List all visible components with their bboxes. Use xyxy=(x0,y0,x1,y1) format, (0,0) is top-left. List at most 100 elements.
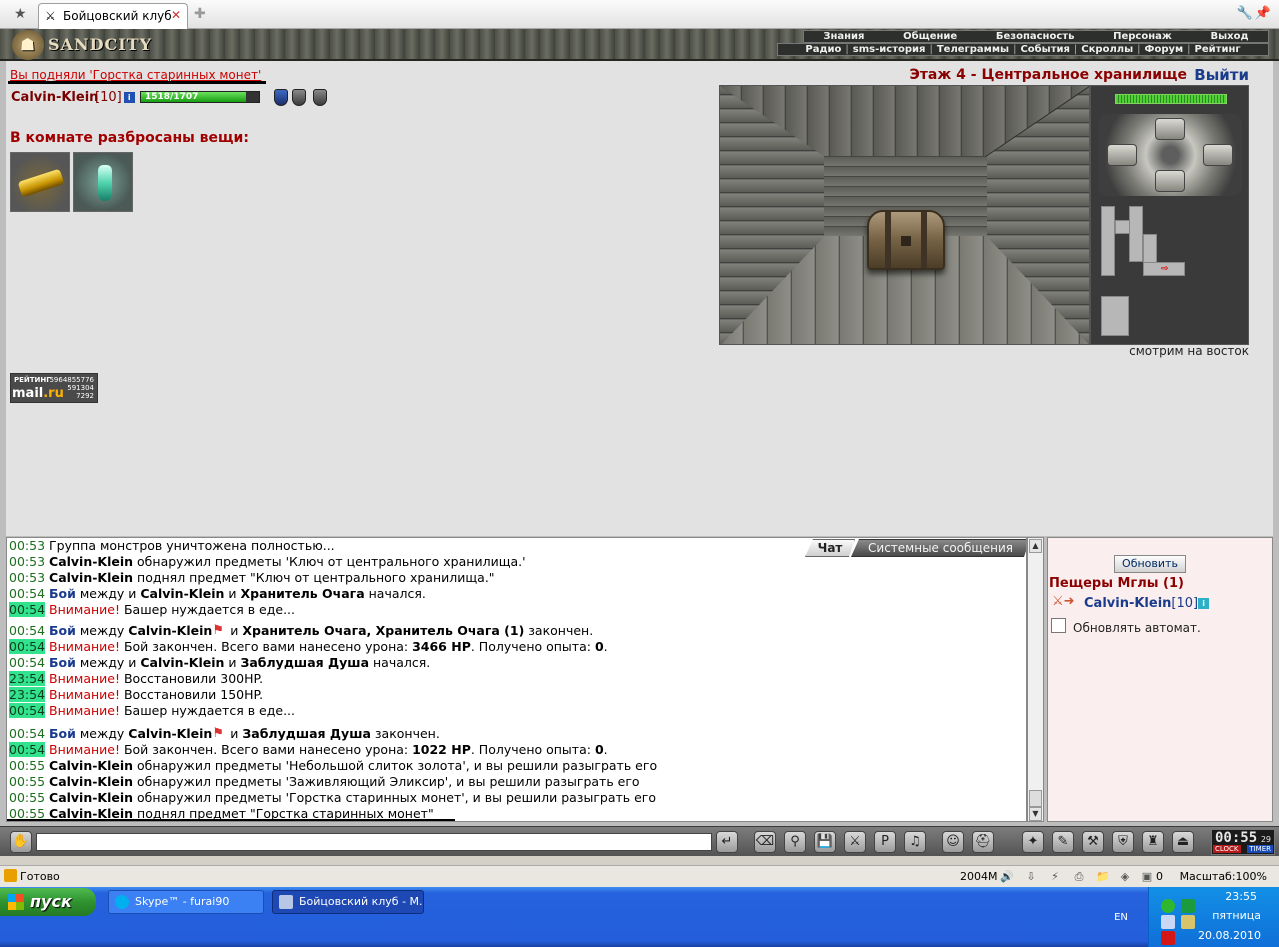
timer-label[interactable]: TIMER xyxy=(1247,845,1273,853)
chat-timestamp[interactable]: 00:55 xyxy=(9,774,45,789)
submenu-forum[interactable]: Форум xyxy=(1145,44,1184,55)
armor-icon[interactable]: ⛨ xyxy=(1112,831,1134,853)
lightning-icon[interactable]: ⚡ xyxy=(1048,870,1062,884)
chat-name[interactable]: 0 xyxy=(595,742,604,757)
chat-timestamp[interactable]: 00:55 xyxy=(9,790,45,805)
clock-timer[interactable]: 00:55 29 CLOCK TIMER xyxy=(1211,829,1275,855)
chat-timestamp[interactable]: 00:54 xyxy=(9,623,45,638)
pickup-message[interactable]: Вы подняли 'Горстка старинных монет' xyxy=(10,68,261,82)
scroll-down-icon[interactable]: ▼ xyxy=(1029,807,1042,821)
refresh-button[interactable]: Обновить xyxy=(1114,555,1186,573)
chat-timestamp[interactable]: 00:54 xyxy=(9,639,46,654)
folder-icon[interactable]: 📁 xyxy=(1096,870,1110,884)
online-user-name[interactable]: Calvin-Klein xyxy=(1084,596,1171,611)
language-indicator[interactable]: EN xyxy=(1108,910,1134,926)
chat-name[interactable]: Calvin-Klein xyxy=(140,586,224,601)
chat-timestamp[interactable]: 23:54 xyxy=(9,671,46,686)
clan-shield-icon[interactable] xyxy=(274,89,288,106)
send-icon[interactable]: ↵ xyxy=(716,831,738,853)
scroll-icon[interactable]: ✎ xyxy=(1052,831,1074,853)
chat-menu-icon[interactable]: ✋ xyxy=(10,831,32,853)
menu-security[interactable]: Безопасность xyxy=(996,31,1075,42)
battle-link[interactable]: Бой xyxy=(49,586,76,601)
exit-link[interactable]: Выйти xyxy=(1194,66,1249,84)
layers-icon[interactable]: ◈ xyxy=(1118,870,1132,884)
tray-network-icon[interactable] xyxy=(1161,915,1175,929)
battle-link[interactable]: Бой xyxy=(49,655,76,670)
submenu-scrolls[interactable]: Скроллы xyxy=(1081,44,1133,55)
battle-link[interactable]: Бой xyxy=(49,726,76,741)
chat-timestamp[interactable]: 00:54 xyxy=(9,602,46,617)
item-gold-ingot[interactable] xyxy=(10,152,70,212)
online-user[interactable]: Calvin-Klein[10] i xyxy=(1084,596,1210,611)
tray-time[interactable]: 23:55 xyxy=(1225,890,1257,903)
taskbar-browser[interactable]: Бойцовский клуб - М... xyxy=(272,890,424,914)
chat-name[interactable]: Calvin-Klein xyxy=(140,655,224,670)
chat-timestamp[interactable]: 00:53 xyxy=(9,538,45,553)
battle-flag-icon[interactable]: ⚑ xyxy=(212,726,226,742)
tabs-icon[interactable]: ▣ xyxy=(1140,870,1154,884)
chat-name[interactable]: Calvin-Klein xyxy=(49,570,133,585)
submenu-radio[interactable]: Радио xyxy=(805,44,841,55)
chat-timestamp[interactable]: 00:54 xyxy=(9,586,45,601)
chat-name[interactable]: 1022 HP xyxy=(412,742,471,757)
flag-shield-icon[interactable] xyxy=(313,89,327,106)
chat-timestamp[interactable]: 00:54 xyxy=(9,655,45,670)
chat-input[interactable] xyxy=(36,833,712,851)
chat-timestamp[interactable]: 00:55 xyxy=(9,758,45,773)
filter-icon[interactable]: ⚲ xyxy=(784,831,806,853)
chat-name[interactable]: Calvin-Klein xyxy=(49,774,133,789)
move-forward-button[interactable] xyxy=(1155,118,1185,140)
start-button[interactable]: пуск xyxy=(0,888,96,916)
chat-name[interactable]: Хранитель Очага xyxy=(240,586,364,601)
info-icon[interactable]: i xyxy=(123,92,135,103)
chat-timestamp[interactable]: 23:54 xyxy=(9,687,46,702)
chat-name[interactable]: Calvin-Klein xyxy=(49,790,133,805)
zoom-level[interactable]: Масштаб:100% xyxy=(1180,870,1267,883)
submenu-telegrams[interactable]: Телеграммы xyxy=(937,44,1009,55)
save-icon[interactable]: 💾 xyxy=(814,831,836,853)
new-tab-icon[interactable]: ✚ xyxy=(194,6,206,22)
download-icon[interactable]: ⇩ xyxy=(1024,870,1038,884)
badge-shield-icon[interactable] xyxy=(292,89,306,106)
chat-timestamp[interactable]: 00:54 xyxy=(9,703,46,718)
chat-timestamp[interactable]: 00:53 xyxy=(9,570,45,585)
submenu-rating[interactable]: Рейтинг xyxy=(1195,44,1241,55)
magic-icon[interactable]: ✦ xyxy=(1022,831,1044,853)
submenu-events[interactable]: События xyxy=(1020,44,1069,55)
move-back-button[interactable] xyxy=(1155,170,1185,192)
item-elixir[interactable] xyxy=(73,152,133,212)
printer-icon[interactable]: ⎙ xyxy=(1072,870,1086,884)
private-icon[interactable]: P xyxy=(874,831,896,853)
fight-icon[interactable]: ⚔ xyxy=(844,831,866,853)
auto-refresh-checkbox[interactable] xyxy=(1051,618,1066,633)
chat-timestamp[interactable]: 00:53 xyxy=(9,554,45,569)
pin-icon[interactable]: 📌 xyxy=(1255,6,1271,21)
wrench-icon[interactable]: 🔧 xyxy=(1237,6,1253,21)
inventory-icon[interactable]: ⚒ xyxy=(1082,831,1104,853)
chat-timestamp[interactable]: 00:54 xyxy=(9,726,45,741)
close-tab-icon[interactable]: ✕ xyxy=(171,8,181,22)
chat-log[interactable]: 00:53 Группа монстров уничтожена полност… xyxy=(6,537,1027,822)
game-logo[interactable]: ☗ SANDCITY xyxy=(12,30,152,60)
battle-link[interactable]: Бой xyxy=(49,623,76,638)
submenu-sms-history[interactable]: sms-история xyxy=(853,44,926,55)
tray-antivirus-icon[interactable] xyxy=(1161,931,1175,945)
menu-communication[interactable]: Общение xyxy=(903,31,957,42)
scroll-thumb[interactable] xyxy=(1029,790,1042,807)
bag-icon[interactable]: ♜ xyxy=(1142,831,1164,853)
chat-scrollbar[interactable]: ▲ ▼ xyxy=(1027,537,1044,822)
chat-name[interactable]: Хранитель Очага, Хранитель Очага (1) xyxy=(242,623,524,638)
chat-name[interactable]: Calvin-Klein xyxy=(128,726,212,741)
taskbar-skype[interactable]: Skype™ - furai90 xyxy=(108,890,264,914)
chat-name[interactable]: Заблудшая Душа xyxy=(242,726,371,741)
tray-usb-icon[interactable] xyxy=(1181,915,1195,929)
chat-name[interactable]: Calvin-Klein xyxy=(49,554,133,569)
bookmark-star-icon[interactable]: ★ xyxy=(14,6,27,22)
tray-shield-icon[interactable] xyxy=(1161,899,1175,913)
info-icon[interactable]: i xyxy=(1198,598,1210,609)
treasure-chest[interactable] xyxy=(867,210,945,270)
scroll-up-icon[interactable]: ▲ xyxy=(1029,539,1042,553)
exit-icon[interactable]: ⏏ xyxy=(1172,831,1194,853)
dungeon-view[interactable] xyxy=(719,85,1090,345)
